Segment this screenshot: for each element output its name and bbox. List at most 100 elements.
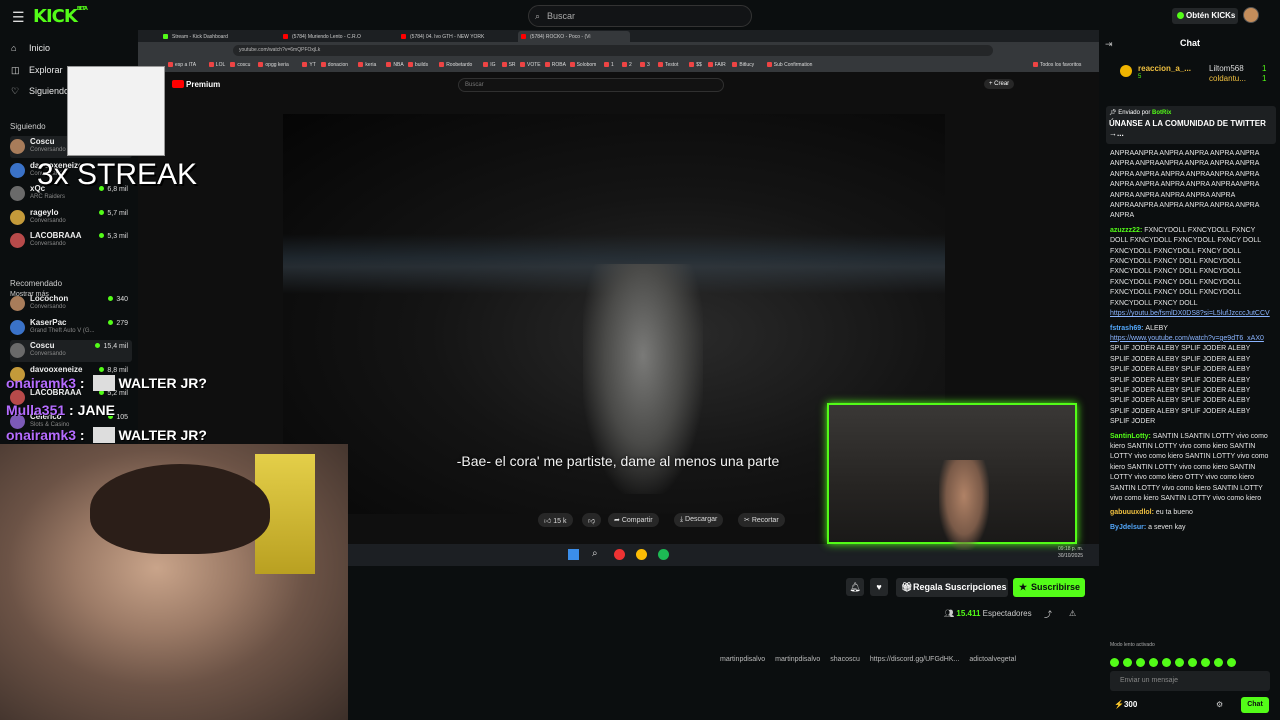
bookmark-item[interactable]: VOTE [520,62,541,68]
sidebar-channel[interactable]: Locochon Conversando 340 [10,293,132,315]
url-field[interactable]: youtube.com/watch?v=6mQPFOxjLk [233,45,993,56]
download-button[interactable]: ⤓ Descargar [674,513,724,527]
following-header: Siguiendo [10,122,46,131]
bookmark-item[interactable]: SR [502,62,516,68]
chat-link[interactable]: https://youtu.be/fsmlDX0DS8?si=L5lufJzcc… [1110,310,1270,317]
like-button[interactable]: 👍︎ 15 k [538,513,573,527]
share-button[interactable]: ➦ Compartir [608,513,659,527]
chat-message: azuzzz22: FXNCYDOLL FXNCYDOLL FXNCY DOLL… [1110,226,1270,320]
youtube-logo[interactable]: Premium [172,80,220,89]
menu-icon[interactable]: ☰ [12,9,25,26]
chat-username[interactable]: ByJdelsur: [1110,524,1148,531]
channel-points[interactable]: ⚡300 [1114,700,1137,709]
user-avatar[interactable] [1243,7,1259,23]
windows-start-icon[interactable] [568,549,579,560]
send-chat-button[interactable]: Chat [1241,697,1269,713]
subscribe-button[interactable]: ★ Suscribirse [1013,578,1085,597]
nav-explore[interactable]: ◫ Explorar [11,65,63,76]
chat-input[interactable]: Enviar un mensaje [1110,671,1270,691]
bookmark-item[interactable]: Roobetardo [439,62,472,68]
chat-panel: ⇥ Chat reaccion_a_... 5 Liltom568 1 cold… [1100,32,1280,720]
browser-tab[interactable]: (5784) ROCKO - Poco - (Vi [518,31,630,42]
search-input[interactable]: ⌕ Buscar [528,5,752,27]
spotify-icon[interactable] [658,549,669,560]
channel-avatar [10,209,25,225]
slow-mode-notice: Modo lento activado [1110,642,1155,648]
chat-username[interactable]: fstrash69: [1110,325,1145,332]
follow-button[interactable]: ♥ [870,578,888,596]
taskbar-search-icon[interactable]: ⌕ [592,548,598,559]
channel-avatar [10,186,25,201]
bookmark-item[interactable]: opgg keria [258,62,288,68]
chat-username[interactable]: gabuuuxdlol: [1110,509,1156,516]
chrome-icon[interactable] [636,549,647,560]
gifter-name[interactable]: coldantu... [1209,74,1246,83]
kick-logo[interactable]: KICKBETA [33,6,88,27]
social-link[interactable]: adictoalvegetal [969,656,1016,663]
heart-icon: ♡ [11,86,20,96]
bookmark-all[interactable]: Todos los favoritos [1033,62,1081,68]
tab-favicon-icon [401,34,406,39]
social-link[interactable]: martinpdisalvo [720,656,765,663]
browser-tab[interactable]: (5784) Muriendo Lento - C.R.O [280,31,392,42]
social-link[interactable]: shacoscu [830,656,860,663]
chat-username[interactable]: SantinLotty: [1110,433,1153,440]
bookmark-item[interactable]: coscu [230,62,250,68]
gifter-name[interactable]: reaccion_a_... [1138,64,1191,73]
browser-tab[interactable]: Stream - Kick Dashboard [160,31,272,42]
bookmark-item[interactable]: 1 [604,62,614,68]
sidebar-channel[interactable]: Coscu Conversando 15,4 mil [10,340,132,362]
youtube-create-button[interactable]: + Crear [984,79,1015,89]
channel-category: Conversando [30,304,66,310]
chat-link[interactable]: https://www.youtube.com/watch?v=ge9dT6_x… [1110,335,1264,342]
bookmark-item[interactable]: keria [358,62,376,68]
bookmark-item[interactable]: donacion [321,62,348,68]
sidebar-channel[interactable]: LACOBRAAA Conversando 5,3 mil [10,230,132,252]
kicks-icon [1177,12,1184,19]
report-icon[interactable]: ⚠ [1069,609,1076,618]
social-link[interactable]: martinpdisalvo [775,656,820,663]
bookmark-item[interactable]: 2 [622,62,632,68]
bookmark-item[interactable]: NBA [386,62,403,68]
bookmark-item[interactable]: Bitlucy [732,62,754,68]
tab-favicon-icon [521,34,526,39]
sidebar-channel[interactable]: rageylo Conversando 5,7 mil [10,207,132,229]
chat-username[interactable]: azuzzz22: [1110,227,1144,234]
scissors-icon: ✂ [744,517,752,524]
bookmark-item[interactable]: YT [302,62,315,68]
dislike-button[interactable]: 👎︎ [582,513,602,527]
gifter-name[interactable]: Liltom568 [1209,64,1244,73]
nav-home[interactable]: ⌂ Inicio [11,43,50,53]
compass-icon: ◫ [11,65,20,75]
clip-button[interactable]: ✂ Recortar [738,513,785,527]
bookmark-item[interactable]: builds [408,62,428,68]
share-icon[interactable]: ⤴ [1044,609,1052,620]
bookmark-item[interactable]: FAIR [708,62,726,68]
notification-bell-button[interactable]: 🔔︎ [846,578,864,596]
chat-text: eu ta bueno [1155,509,1193,517]
sidebar-channel[interactable]: KaserPac Grand Theft Auto V (G... 279 [10,317,132,339]
pinned-message[interactable]: 📌︎ Enviado por BotRix ÚNANSE A LA COMUNI… [1106,106,1276,144]
bookmark-item[interactable]: ROBA [545,62,566,68]
bookmark-item[interactable]: Testot [658,62,678,68]
chat-message: ANPRAANPRA ANPRA ANPRA ANPRA ANPRA ANPRA… [1110,149,1270,222]
taskbar-app-icon[interactable] [614,549,625,560]
settings-icon[interactable]: ⚙ [1216,700,1223,709]
get-kicks-button[interactable]: Obtén KICKs [1172,8,1238,24]
bookmark-item[interactable]: IG [483,62,495,68]
emote-icon [92,427,115,443]
bookmark-item[interactable]: 3 [640,62,650,68]
browser-tab[interactable]: (5784) 04. Ivo GTH - NEW YORK [398,31,510,42]
gift-subs-button[interactable]: 🎁︎ Regala Suscripciones [896,578,1008,597]
channel-name: rageylo [30,207,59,217]
bookmark-item[interactable]: Solobom [570,62,597,68]
channel-category: ARC Raiders [30,194,66,200]
nav-following[interactable]: ♡ Siguiendo [11,86,69,97]
bookmark-item[interactable]: LOL [209,62,225,68]
bookmark-item[interactable]: Sub Confirmation [767,62,813,68]
emote-bar[interactable] [1110,654,1270,667]
bookmark-item[interactable]: $$ [689,62,702,68]
youtube-search-input[interactable]: Buscar [458,78,724,92]
social-link[interactable]: https://discord.gg/UFGdHK... [870,656,959,663]
bookmark-item[interactable]: esp a ITA [168,62,196,68]
